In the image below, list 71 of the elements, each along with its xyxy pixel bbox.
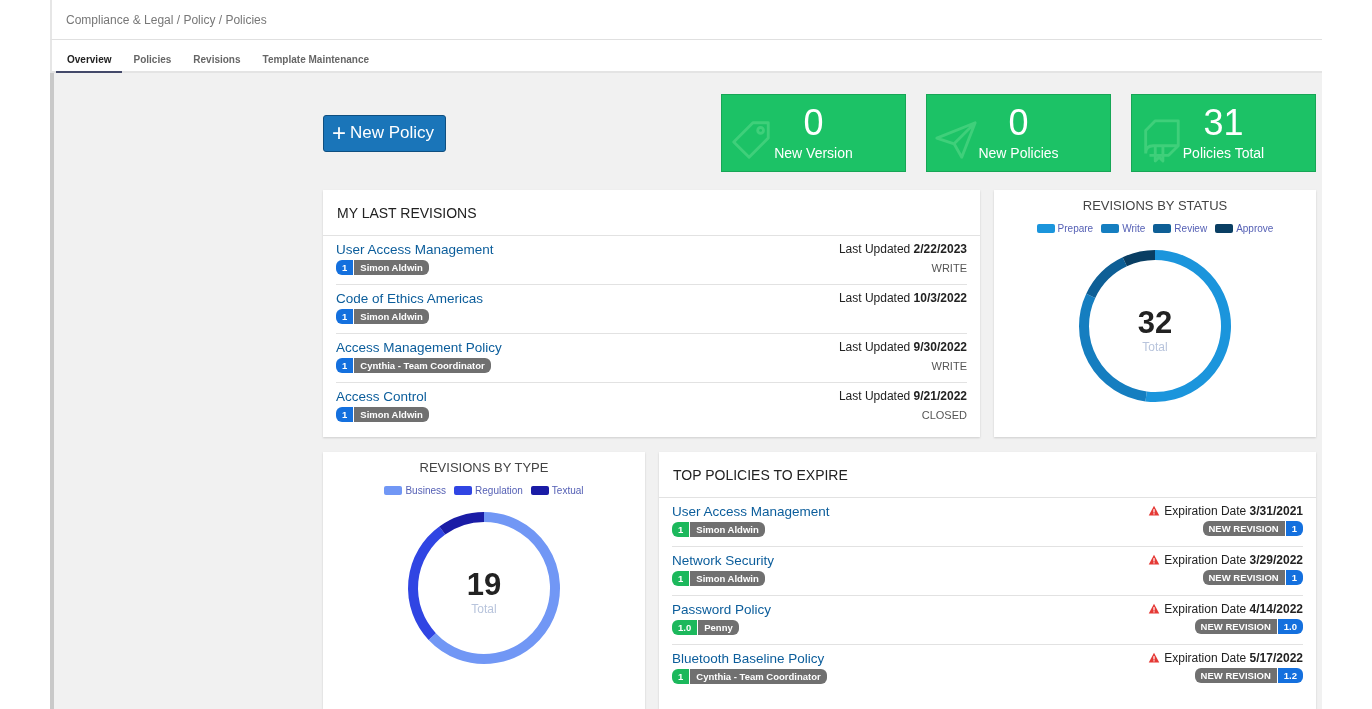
version-badge: 1.0 [672,620,699,636]
policy-link[interactable]: Code of Ethics Americas [336,291,484,306]
new-revision-badge[interactable]: NEW REVISION [1202,570,1286,586]
owner-badge: Simon Aldwin [354,260,429,275]
new-revision-badge[interactable]: NEW REVISION [1194,668,1278,684]
version-badge: 1 [672,571,691,587]
card-title: TOP POLICIES TO EXPIRE [673,466,848,483]
version-badge: 1 [336,260,355,275]
policy-link[interactable]: User Access Management [672,504,830,520]
revision-status: WRITE [931,262,967,274]
stat-label: New Version [774,145,853,161]
policy-link[interactable]: Access Control [336,389,429,404]
chart-title: REVISIONS BY TYPE [419,460,549,476]
version-badge: 1 [672,669,691,685]
breadcrumb: Compliance & Legal / Policy / Policies [66,12,267,27]
new-revision-badge[interactable]: NEW REVISION [1202,521,1286,537]
policy-link[interactable]: Password Policy [672,602,772,618]
expiration-date-text: Expiration Date 5/17/2022 [1164,651,1303,666]
legend-label: Approve [1236,223,1274,234]
revision-status: CLOSED [921,409,967,421]
revision-status: WRITE [931,360,967,372]
stat-value: 0 [803,101,824,145]
chart-title: REVISIONS BY STATUS [1082,198,1228,213]
owner-badge: Cynthia - Team Coordinator [354,358,491,373]
version-badge: 1.2 [1277,668,1303,684]
stat-value: 0 [1008,101,1029,145]
card-title: MY LAST REVISIONS [337,204,477,221]
tab[interactable]: Policies [122,54,183,73]
new-policy-button[interactable]: + New Policy [323,115,447,152]
expiration-date-text: Expiration Date 3/31/2021 [1164,504,1303,519]
total-label: Total [471,602,497,617]
owner-badge: Penny [698,620,739,636]
policy-link[interactable]: Access Management Policy [336,340,502,355]
owner-badge: Simon Aldwin [354,309,429,324]
last-updated-text: Last Updated 10/3/2022 [838,291,967,305]
owner-badge: Simon Aldwin [354,407,429,422]
legend-label: Prepare [1057,223,1094,234]
warning-icon [1148,505,1161,518]
stat-label: Policies Total [1182,145,1265,161]
new-revision-badge[interactable]: NEW REVISION [1194,619,1278,635]
legend-label: Business [405,485,447,497]
stat-value: 31 [1203,101,1244,145]
total-label: Total [1142,340,1168,354]
policy-link[interactable]: Bluetooth Baseline Policy [672,651,827,667]
total-value: 19 [466,568,502,603]
warning-icon [1148,652,1161,665]
policy-link[interactable]: User Access Management [336,242,494,257]
legend-label: Textual [551,485,584,497]
legend-label: Write [1122,223,1146,234]
version-badge: 1.0 [1277,619,1303,635]
version-badge: 1 [336,309,355,324]
legend-label: Regulation [475,485,523,497]
version-badge: 1 [336,358,355,373]
stat-label: New Policies [978,145,1059,161]
version-badge: 1 [672,522,691,538]
total-value: 32 [1137,306,1173,340]
expiration-date-text: Expiration Date 4/14/2022 [1164,602,1303,617]
version-badge: 1 [336,407,355,422]
owner-badge: Simon Aldwin [690,571,765,587]
warning-icon [1148,554,1161,567]
owner-badge: Cynthia - Team Coordinator [690,669,827,685]
policy-link[interactable]: Network Security [672,553,775,569]
owner-badge: Simon Aldwin [690,522,765,538]
last-updated-text: Last Updated 9/30/2022 [838,340,967,354]
legend-label: Review [1174,223,1208,234]
expiration-date-text: Expiration Date 3/29/2022 [1164,553,1303,568]
tab[interactable]: Revisions [182,54,252,73]
last-updated-text: Last Updated 2/22/2023 [838,242,967,256]
tab[interactable]: Template Maintenance [251,54,381,73]
warning-icon [1148,603,1161,616]
last-updated-text: Last Updated 9/21/2022 [838,389,967,403]
